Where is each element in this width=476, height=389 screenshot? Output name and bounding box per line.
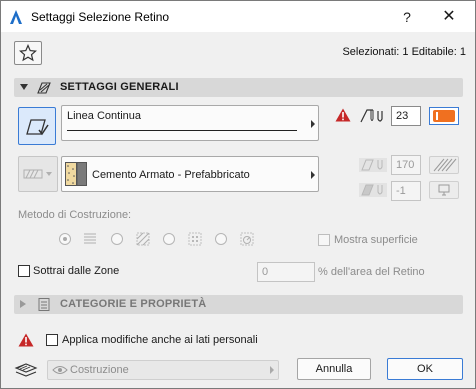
method-radio-rotated[interactable]	[215, 233, 227, 245]
background-pen-field[interactable]: 170	[391, 155, 421, 175]
display-options-button[interactable]	[429, 181, 459, 199]
section-general-label: SETTAGGI GENERALI	[60, 81, 179, 93]
hatch-fill-icon	[136, 232, 150, 246]
layer-dropdown[interactable]: Costruzione	[47, 360, 279, 380]
fill-pattern-icon	[23, 169, 52, 179]
collapse-arrow-icon	[20, 84, 28, 90]
fill-pattern-button[interactable]	[18, 156, 58, 192]
pen-color-marker	[436, 112, 438, 120]
building-material-dropdown[interactable]: Cemento Armato - Prefabbricato	[61, 156, 319, 192]
eye-icon	[52, 366, 68, 374]
standard-fill-icon	[84, 233, 96, 244]
background-pattern-swatch[interactable]	[429, 156, 459, 174]
pen-color-swatch[interactable]	[429, 107, 459, 125]
apply-custom-sides-checkbox[interactable]	[46, 334, 58, 346]
tile-fill-icon	[188, 232, 202, 246]
close-button[interactable]: ✕	[439, 7, 459, 27]
rotated-fill-icon	[240, 232, 254, 246]
star-icon	[19, 44, 37, 62]
show-area-label: Mostra superficie	[334, 234, 418, 246]
background-pen-icon	[359, 158, 387, 172]
ok-button[interactable]: OK	[387, 358, 463, 380]
line-type-label: Linea Continua	[67, 110, 142, 122]
foreground-pen-field[interactable]: -1	[391, 181, 421, 201]
material-swatch-icon	[65, 162, 87, 186]
foreground-pen-icon	[359, 183, 387, 197]
section-categories-properties[interactable]: CATEGORIE E PROPRIETÀ	[14, 295, 463, 314]
fill-outline-icon	[26, 119, 49, 136]
method-radio-tile[interactable]	[163, 233, 175, 245]
favorites-button[interactable]	[14, 41, 42, 65]
title-bar: Settaggi Selezione Retino ? ✕	[1, 1, 475, 32]
material-label: Cemento Armato - Prefabbricato	[92, 169, 250, 181]
section-general-settings[interactable]: SETTAGGI GENERALI	[14, 78, 463, 97]
dropdown-arrow-icon	[311, 120, 315, 128]
dropdown-arrow-icon	[270, 366, 274, 374]
show-area-checkbox[interactable]	[318, 234, 330, 246]
window-title: Settaggi Selezione Retino	[31, 10, 170, 24]
dialog-window: Settaggi Selezione Retino ? ✕ Selezionat…	[0, 0, 476, 389]
hatch-swatch-icon	[433, 158, 457, 172]
pen-weight-icon	[360, 109, 383, 123]
pen-number-field[interactable]: 23	[391, 106, 421, 126]
zone-area-suffix: % dell'area del Retino	[318, 266, 425, 278]
warning-icon	[18, 333, 34, 347]
warning-icon	[335, 108, 351, 122]
zone-area-field[interactable]: 0	[257, 262, 315, 282]
layers-icon	[14, 363, 38, 377]
dropdown-arrow-icon	[311, 171, 315, 179]
line-preview	[67, 130, 297, 131]
fill-type-button[interactable]	[18, 107, 56, 145]
fill-settings-icon	[37, 82, 51, 94]
construction-method-label: Metodo di Costruzione:	[18, 209, 132, 221]
method-radio-standard[interactable]	[59, 233, 71, 245]
subtract-zones-label: Sottrai dalle Zone	[33, 265, 120, 277]
subtract-zones-checkbox[interactable]	[18, 265, 30, 277]
cancel-button[interactable]: Annulla	[297, 358, 371, 380]
layer-label: Costruzione	[70, 364, 129, 376]
method-radio-hatch[interactable]	[111, 233, 123, 245]
monitor-icon	[438, 184, 450, 196]
archicad-app-icon	[10, 10, 22, 24]
apply-custom-sides-label: Applica modifiche anche ai lati personal…	[62, 334, 258, 346]
help-button[interactable]: ?	[397, 7, 417, 27]
expand-arrow-icon	[20, 300, 26, 308]
line-type-dropdown[interactable]: Linea Continua	[61, 105, 319, 141]
section-categories-label: CATEGORIE E PROPRIETÀ	[60, 298, 207, 310]
properties-list-icon	[38, 298, 50, 311]
selection-count: Selezionati: 1 Editabile: 1	[342, 46, 466, 58]
